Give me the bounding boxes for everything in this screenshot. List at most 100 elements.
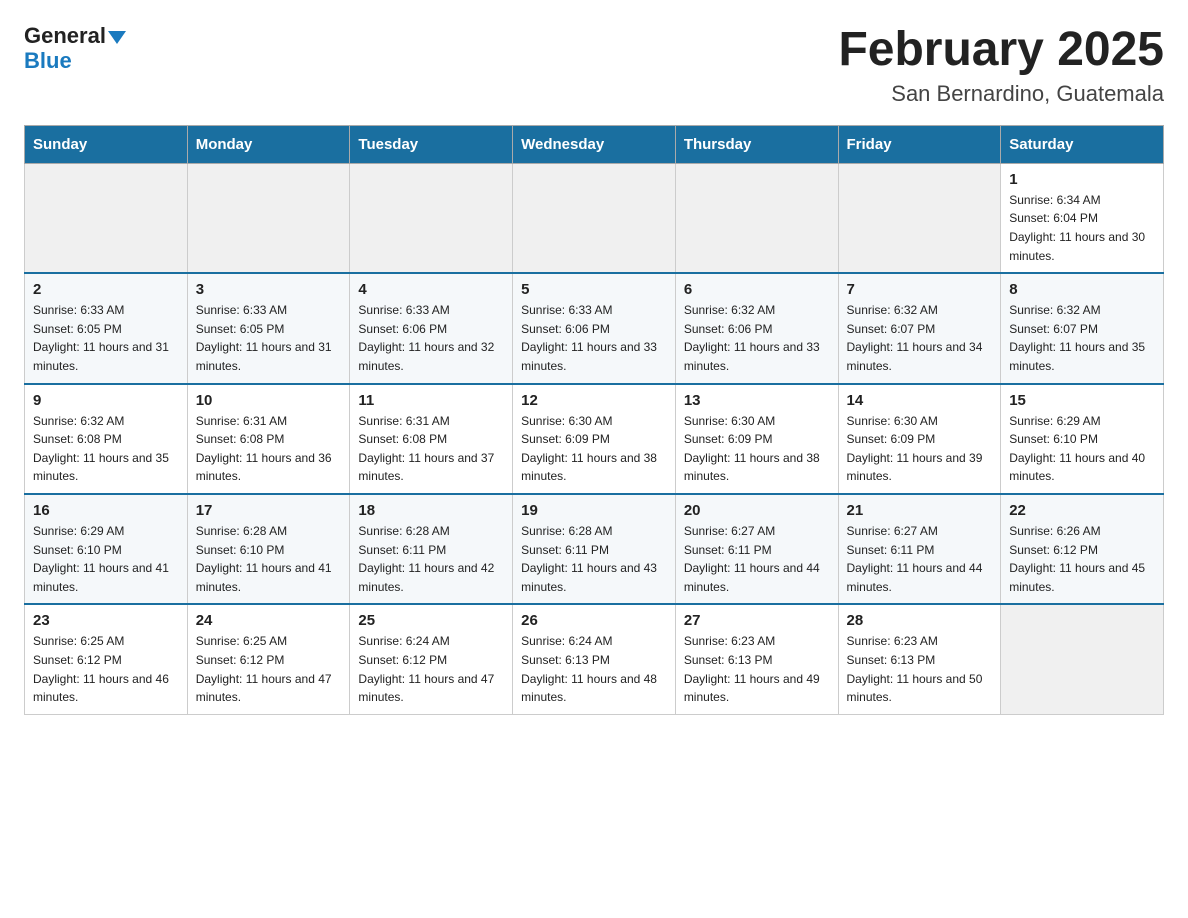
day-info: Sunrise: 6:31 AMSunset: 6:08 PMDaylight:… xyxy=(196,412,342,486)
day-info: Sunrise: 6:25 AMSunset: 6:12 PMDaylight:… xyxy=(196,632,342,706)
calendar-cell: 12 Sunrise: 6:30 AMSunset: 6:09 PMDayligh… xyxy=(513,384,676,494)
day-number: 19 xyxy=(521,502,667,519)
calendar-cell: 27 Sunrise: 6:23 AMSunset: 6:13 PMDayligh… xyxy=(675,604,838,714)
day-number: 13 xyxy=(684,392,830,409)
calendar-cell: 23 Sunrise: 6:25 AMSunset: 6:12 PMDayligh… xyxy=(25,604,188,714)
day-info: Sunrise: 6:33 AMSunset: 6:06 PMDaylight:… xyxy=(521,301,667,375)
calendar-cell: 22 Sunrise: 6:26 AMSunset: 6:12 PMDayligh… xyxy=(1001,494,1164,604)
calendar-cell: 1Sunrise: 6:34 AMSunset: 6:04 PMDaylight… xyxy=(1001,163,1164,273)
col-header-sunday: Sunday xyxy=(25,125,188,163)
location-title: San Bernardino, Guatemala xyxy=(838,81,1164,107)
day-number: 7 xyxy=(847,281,993,298)
calendar-header-row: SundayMondayTuesdayWednesdayThursdayFrid… xyxy=(25,125,1164,163)
col-header-friday: Friday xyxy=(838,125,1001,163)
day-info: Sunrise: 6:32 AMSunset: 6:07 PMDaylight:… xyxy=(847,301,993,375)
calendar-cell: 13 Sunrise: 6:30 AMSunset: 6:09 PMDayligh… xyxy=(675,384,838,494)
day-number: 28 xyxy=(847,612,993,629)
month-title: February 2025 xyxy=(838,24,1164,77)
day-number: 21 xyxy=(847,502,993,519)
calendar-cell: 3 Sunrise: 6:33 AMSunset: 6:05 PMDaylight… xyxy=(187,273,350,383)
day-info: Sunrise: 6:29 AMSunset: 6:10 PMDaylight:… xyxy=(1009,412,1155,486)
day-info: Sunrise: 6:29 AMSunset: 6:10 PMDaylight:… xyxy=(33,522,179,596)
calendar-cell xyxy=(187,163,350,273)
day-number: 10 xyxy=(196,392,342,409)
calendar-week-2: 2 Sunrise: 6:33 AMSunset: 6:05 PMDaylight… xyxy=(25,273,1164,383)
calendar-cell: 9 Sunrise: 6:32 AMSunset: 6:08 PMDaylight… xyxy=(25,384,188,494)
logo: General Blue xyxy=(24,24,126,74)
calendar-cell: 14 Sunrise: 6:30 AMSunset: 6:09 PMDayligh… xyxy=(838,384,1001,494)
calendar-cell: 25 Sunrise: 6:24 AMSunset: 6:12 PMDayligh… xyxy=(350,604,513,714)
day-info: Sunrise: 6:30 AMSunset: 6:09 PMDaylight:… xyxy=(684,412,830,486)
day-number: 9 xyxy=(33,392,179,409)
day-info: Sunrise: 6:32 AMSunset: 6:07 PMDaylight:… xyxy=(1009,301,1155,375)
day-info: Sunrise: 6:24 AMSunset: 6:12 PMDaylight:… xyxy=(358,632,504,706)
day-number: 18 xyxy=(358,502,504,519)
day-number: 4 xyxy=(358,281,504,298)
calendar-cell: 17 Sunrise: 6:28 AMSunset: 6:10 PMDayligh… xyxy=(187,494,350,604)
calendar-week-4: 16 Sunrise: 6:29 AMSunset: 6:10 PMDayligh… xyxy=(25,494,1164,604)
calendar-week-3: 9 Sunrise: 6:32 AMSunset: 6:08 PMDaylight… xyxy=(25,384,1164,494)
day-info: Sunrise: 6:32 AMSunset: 6:08 PMDaylight:… xyxy=(33,412,179,486)
col-header-tuesday: Tuesday xyxy=(350,125,513,163)
logo-line2: Blue xyxy=(24,48,72,74)
calendar-cell: 19 Sunrise: 6:28 AMSunset: 6:11 PMDayligh… xyxy=(513,494,676,604)
day-number: 17 xyxy=(196,502,342,519)
calendar-cell: 15 Sunrise: 6:29 AMSunset: 6:10 PMDayligh… xyxy=(1001,384,1164,494)
calendar-week-1: 1Sunrise: 6:34 AMSunset: 6:04 PMDaylight… xyxy=(25,163,1164,273)
day-number: 16 xyxy=(33,502,179,519)
day-info: Sunrise: 6:27 AMSunset: 6:11 PMDaylight:… xyxy=(684,522,830,596)
calendar-cell xyxy=(350,163,513,273)
logo-line1: General xyxy=(24,24,126,48)
day-info: Sunrise: 6:32 AMSunset: 6:06 PMDaylight:… xyxy=(684,301,830,375)
calendar-cell xyxy=(838,163,1001,273)
day-number: 15 xyxy=(1009,392,1155,409)
day-number: 3 xyxy=(196,281,342,298)
day-info: Sunrise: 6:30 AMSunset: 6:09 PMDaylight:… xyxy=(521,412,667,486)
calendar-cell: 28 Sunrise: 6:23 AMSunset: 6:13 PMDayligh… xyxy=(838,604,1001,714)
calendar-cell xyxy=(25,163,188,273)
calendar-cell: 16 Sunrise: 6:29 AMSunset: 6:10 PMDayligh… xyxy=(25,494,188,604)
day-number: 26 xyxy=(521,612,667,629)
day-info: Sunrise: 6:23 AMSunset: 6:13 PMDaylight:… xyxy=(847,632,993,706)
day-number: 8 xyxy=(1009,281,1155,298)
day-info: Sunrise: 6:28 AMSunset: 6:11 PMDaylight:… xyxy=(358,522,504,596)
page-header: General Blue February 2025 San Bernardin… xyxy=(24,24,1164,107)
calendar-cell: 4Sunrise: 6:33 AMSunset: 6:06 PMDaylight… xyxy=(350,273,513,383)
day-number: 12 xyxy=(521,392,667,409)
day-info: Sunrise: 6:28 AMSunset: 6:11 PMDaylight:… xyxy=(521,522,667,596)
day-info: Sunrise: 6:24 AMSunset: 6:13 PMDaylight:… xyxy=(521,632,667,706)
calendar-cell: 20Sunrise: 6:27 AMSunset: 6:11 PMDayligh… xyxy=(675,494,838,604)
day-number: 2 xyxy=(33,281,179,298)
day-number: 14 xyxy=(847,392,993,409)
day-number: 22 xyxy=(1009,502,1155,519)
day-info: Sunrise: 6:33 AMSunset: 6:05 PMDaylight:… xyxy=(196,301,342,375)
calendar-cell: 7 Sunrise: 6:32 AMSunset: 6:07 PMDaylight… xyxy=(838,273,1001,383)
col-header-monday: Monday xyxy=(187,125,350,163)
calendar-cell: 18 Sunrise: 6:28 AMSunset: 6:11 PMDayligh… xyxy=(350,494,513,604)
day-info: Sunrise: 6:31 AMSunset: 6:08 PMDaylight:… xyxy=(358,412,504,486)
calendar-cell xyxy=(675,163,838,273)
day-number: 24 xyxy=(196,612,342,629)
day-info: Sunrise: 6:23 AMSunset: 6:13 PMDaylight:… xyxy=(684,632,830,706)
day-number: 1 xyxy=(1009,171,1155,188)
calendar-cell: 6Sunrise: 6:32 AMSunset: 6:06 PMDaylight… xyxy=(675,273,838,383)
col-header-saturday: Saturday xyxy=(1001,125,1164,163)
calendar-cell: 21Sunrise: 6:27 AMSunset: 6:11 PMDayligh… xyxy=(838,494,1001,604)
calendar-cell xyxy=(513,163,676,273)
calendar-cell xyxy=(1001,604,1164,714)
calendar-cell: 11Sunrise: 6:31 AMSunset: 6:08 PMDayligh… xyxy=(350,384,513,494)
day-info: Sunrise: 6:30 AMSunset: 6:09 PMDaylight:… xyxy=(847,412,993,486)
day-info: Sunrise: 6:26 AMSunset: 6:12 PMDaylight:… xyxy=(1009,522,1155,596)
calendar-cell: 2Sunrise: 6:33 AMSunset: 6:05 PMDaylight… xyxy=(25,273,188,383)
day-number: 25 xyxy=(358,612,504,629)
day-number: 27 xyxy=(684,612,830,629)
day-number: 23 xyxy=(33,612,179,629)
calendar-cell: 8 Sunrise: 6:32 AMSunset: 6:07 PMDaylight… xyxy=(1001,273,1164,383)
col-header-wednesday: Wednesday xyxy=(513,125,676,163)
calendar-cell: 10 Sunrise: 6:31 AMSunset: 6:08 PMDayligh… xyxy=(187,384,350,494)
day-info: Sunrise: 6:28 AMSunset: 6:10 PMDaylight:… xyxy=(196,522,342,596)
day-info: Sunrise: 6:25 AMSunset: 6:12 PMDaylight:… xyxy=(33,632,179,706)
calendar-week-5: 23 Sunrise: 6:25 AMSunset: 6:12 PMDayligh… xyxy=(25,604,1164,714)
calendar: SundayMondayTuesdayWednesdayThursdayFrid… xyxy=(24,125,1164,715)
calendar-cell: 5Sunrise: 6:33 AMSunset: 6:06 PMDaylight… xyxy=(513,273,676,383)
